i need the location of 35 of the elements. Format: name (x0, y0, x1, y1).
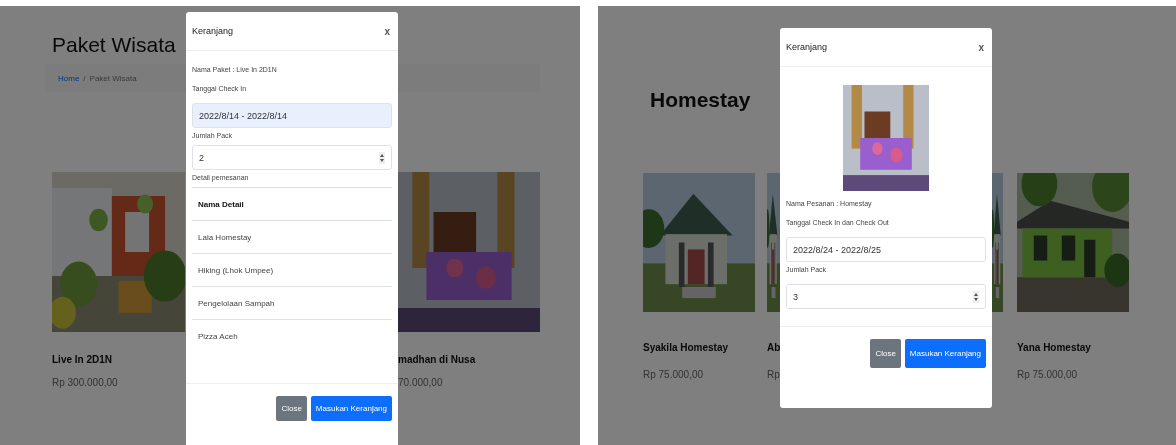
close-button[interactable]: x (976, 41, 986, 53)
table-cell-text: Pizza Aceh (197, 331, 239, 343)
add-to-cart-button[interactable]: Masukan Keranjang (310, 396, 392, 421)
date-range-field[interactable]: 2022/8/24 - 2022/8/25 (786, 237, 986, 262)
spinner-icon[interactable] (379, 151, 385, 164)
card-price: Rp 300.000,00 (52, 377, 119, 388)
add-to-cart-button[interactable]: Masukan Keranjang (904, 339, 986, 368)
card-price: Rp (767, 369, 780, 380)
spinner-icon[interactable] (973, 290, 979, 303)
card-price: Rp 75.000,00 (643, 369, 705, 380)
close-button[interactable]: x (382, 25, 392, 37)
table-cell: Hiking (Lhok Umpee) (192, 254, 392, 287)
card-title: Yana Homestay (1017, 342, 1092, 353)
field-value: 2 (199, 152, 204, 163)
card-title: madhan di Nusa (398, 354, 477, 365)
card-price: Rp 75.000,00 (1017, 369, 1079, 380)
dialog-title: Keranjang (192, 26, 234, 36)
page-title: Homestay (650, 87, 751, 113)
field-value: 3 (793, 291, 798, 302)
table-cell: Pengelolaan Sampah (192, 287, 392, 320)
number-field[interactable]: 3 (786, 284, 986, 309)
page-title: Paket Wisata (52, 32, 176, 58)
breadcrumb-current: Paket Wisata (89, 73, 137, 83)
table-header-cell: Nama Detail (192, 188, 392, 221)
dialog-title: Keranjang (786, 42, 828, 52)
number-field[interactable]: 2 (192, 145, 392, 170)
card-price: 70.000,00 (398, 377, 444, 388)
card-title: Ab (767, 342, 780, 353)
close-button[interactable]: Close (276, 396, 307, 421)
card-title: Syakila Homestay (643, 342, 730, 353)
date-range-field[interactable]: 2022/8/14 - 2022/8/14 (192, 103, 392, 128)
table-cell: Lala Homestay (192, 221, 392, 254)
card-title: Live In 2D1N (52, 354, 114, 365)
close-button[interactable]: Close (870, 339, 901, 368)
breadcrumb-separator: / (83, 73, 86, 83)
